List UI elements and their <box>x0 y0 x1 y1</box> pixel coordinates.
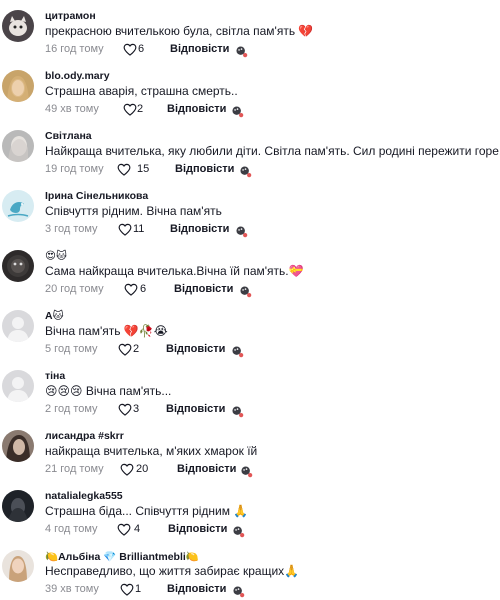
comment-time: 19 год тому <box>45 163 104 175</box>
like-count: 15 <box>137 163 150 175</box>
comment-time: 3 год тому <box>45 223 98 235</box>
reply-button[interactable]: Відповісти <box>168 523 227 535</box>
reply-button[interactable]: Відповісти <box>170 43 229 55</box>
comment-item: 😍🐱 Сама найкраща вчителька.Вічна їй пам'… <box>0 240 500 300</box>
comment-username[interactable]: Світлана <box>45 130 92 142</box>
heart-outline-icon[interactable] <box>117 163 131 176</box>
heart-outline-icon[interactable] <box>124 283 138 296</box>
heart-outline-icon[interactable] <box>118 403 132 416</box>
like-count: 6 <box>140 283 147 295</box>
like-count: 2 <box>137 103 144 115</box>
reply-button[interactable]: Відповісти <box>166 343 225 355</box>
options-icon[interactable] <box>232 585 245 598</box>
comment-item: A🐱 Вічна пам'ять 💔🥀😭 5 год тому 2 Відпов… <box>0 300 500 360</box>
comment-time: 49 хв тому <box>45 103 99 115</box>
comment-item: цитрамон прекрасною вчителькою була, сві… <box>0 0 500 60</box>
options-icon[interactable] <box>235 45 248 58</box>
comment-time: 20 год тому <box>45 283 104 295</box>
comment-username[interactable]: 🍋Альбіна 💎 Brilliantmebli🍋 <box>45 550 199 563</box>
reply-button[interactable]: Відповісти <box>177 463 236 475</box>
comment-text: прекрасною вчителькою була, світла пам'я… <box>45 24 314 38</box>
like-count: 11 <box>133 223 145 235</box>
reply-button[interactable]: Відповісти <box>170 223 229 235</box>
comment-item: лисандра #skrr найкраща вчителька, м'яки… <box>0 420 500 480</box>
options-icon[interactable] <box>232 525 245 538</box>
comment-username[interactable]: blo.ody.mary <box>45 70 110 82</box>
comment-time: 21 год тому <box>45 463 104 475</box>
options-icon[interactable] <box>239 285 252 298</box>
options-icon[interactable] <box>239 165 252 178</box>
reply-button[interactable]: Відповісти <box>166 403 225 415</box>
options-icon[interactable] <box>231 345 244 358</box>
comment-username[interactable]: цитрамон <box>45 10 96 22</box>
avatar[interactable] <box>2 130 34 162</box>
heart-outline-icon[interactable] <box>123 43 137 56</box>
like-count: 6 <box>138 43 145 55</box>
avatar[interactable] <box>2 430 34 462</box>
comment-text: Найкраща вчителька, яку любили діти. Сві… <box>45 144 500 158</box>
avatar[interactable] <box>2 190 34 222</box>
avatar[interactable] <box>2 370 34 402</box>
comment-username[interactable]: A🐱 <box>45 310 64 322</box>
comment-item: natalialegka555 Страшна біда... Співчутт… <box>0 480 500 540</box>
comment-time: 5 год тому <box>45 343 98 355</box>
comment-text: найкраща вчителька, м'яких хмарок їй <box>45 444 258 458</box>
comment-time: 16 год тому <box>45 43 104 55</box>
comment-item: тіна 😢😢😢 Вічна пам'ять... 2 год тому 3 В… <box>0 360 500 420</box>
comment-time: 39 хв тому <box>45 583 99 595</box>
comment-time: 2 год тому <box>45 403 98 415</box>
comment-item: Світлана Найкраща вчителька, яку любили … <box>0 120 500 180</box>
avatar[interactable] <box>2 10 34 42</box>
heart-outline-icon[interactable] <box>117 523 131 536</box>
options-icon[interactable] <box>231 105 244 118</box>
comment-username[interactable]: Ірина Сінельникова <box>45 190 148 202</box>
comment-text: 😢😢😢 Вічна пам'ять... <box>45 384 172 398</box>
like-count: 4 <box>134 523 141 535</box>
heart-outline-icon[interactable] <box>118 343 132 356</box>
comment-text: Страшна аварія, страшна смерть.. <box>45 84 238 98</box>
comment-time: 4 год тому <box>45 523 98 535</box>
options-icon[interactable] <box>240 465 253 478</box>
like-count: 1 <box>135 583 142 595</box>
heart-outline-icon[interactable] <box>120 583 134 596</box>
options-icon[interactable] <box>235 225 248 238</box>
options-icon[interactable] <box>231 405 244 418</box>
reply-button[interactable]: Відповісти <box>167 103 226 115</box>
reply-button[interactable]: Відповісти <box>174 283 233 295</box>
like-count: 2 <box>133 343 140 355</box>
comment-username[interactable]: natalialegka555 <box>45 490 123 502</box>
comment-item: blo.ody.mary Страшна аварія, страшна сме… <box>0 60 500 120</box>
avatar[interactable] <box>2 250 34 282</box>
comment-item: 🍋Альбіна 💎 Brilliantmebli🍋 Несправедливо… <box>0 540 500 600</box>
avatar[interactable] <box>2 550 34 582</box>
comment-text: Сама найкраща вчителька.Вічна їй пам'ять… <box>45 264 304 278</box>
heart-outline-icon[interactable] <box>118 223 132 236</box>
comment-username[interactable]: лисандра #skrr <box>45 430 124 442</box>
reply-button[interactable]: Відповісти <box>175 163 234 175</box>
heart-outline-icon[interactable] <box>120 463 134 476</box>
comment-text: Страшна біда... Співчуття рідним 🙏 <box>45 504 249 518</box>
comment-username[interactable]: тіна <box>45 370 65 382</box>
comment-item: Ірина Сінельникова Співчуття рідним. Віч… <box>0 180 500 240</box>
avatar[interactable] <box>2 70 34 102</box>
comment-text: Несправедливо, що життя забирає кращих🙏 <box>45 564 300 578</box>
comment-text: Співчуття рідним. Вічна пам'ять <box>45 204 222 218</box>
like-count: 20 <box>136 463 149 475</box>
reply-button[interactable]: Відповісти <box>167 583 226 595</box>
comment-username[interactable]: 😍🐱 <box>45 250 67 262</box>
avatar[interactable] <box>2 310 34 342</box>
comment-text: Вічна пам'ять 💔🥀😭 <box>45 324 168 338</box>
avatar[interactable] <box>2 490 34 522</box>
like-count: 3 <box>133 403 140 415</box>
heart-outline-icon[interactable] <box>123 103 137 116</box>
